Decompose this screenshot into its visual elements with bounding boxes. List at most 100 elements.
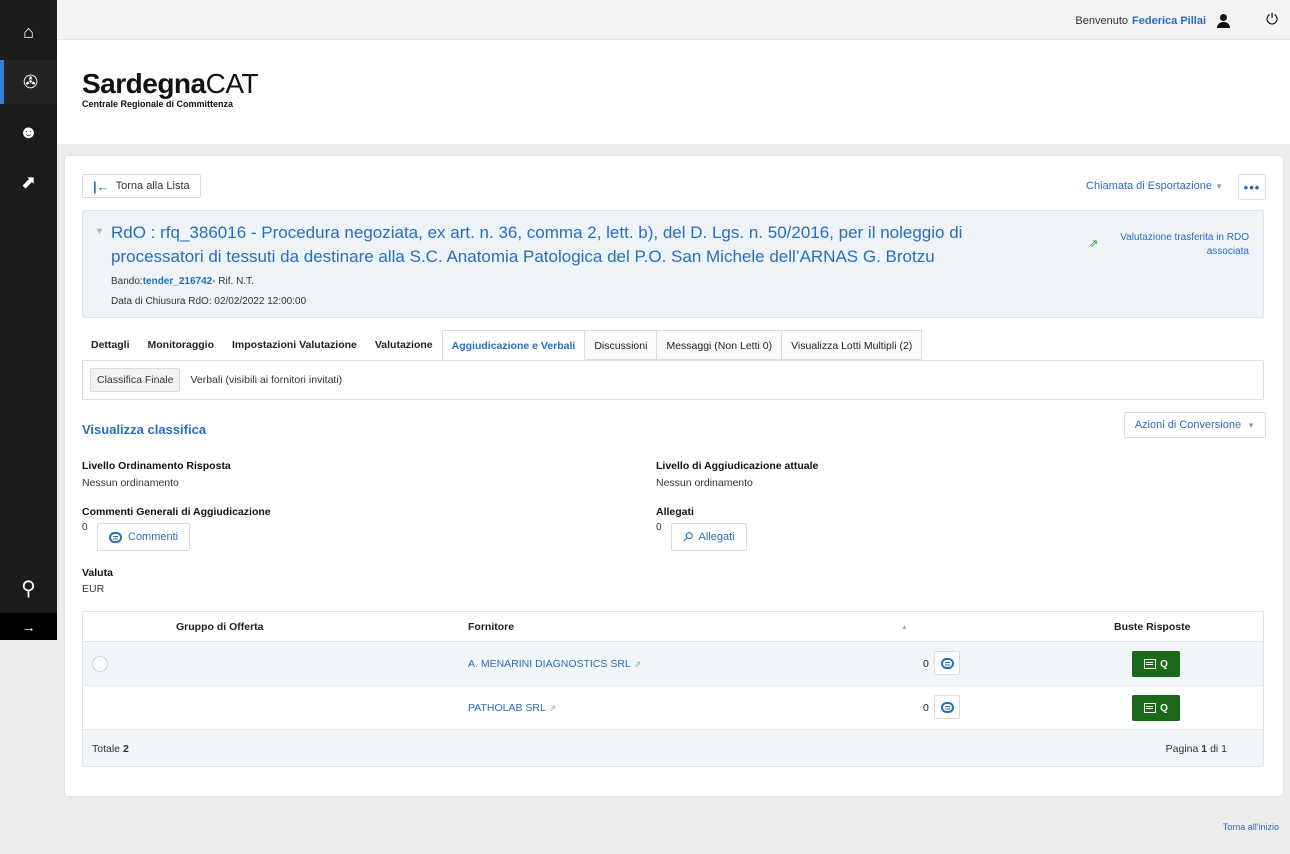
total-label: Totale [92, 743, 121, 755]
attachments-button[interactable]: ⚲ Allegati [671, 523, 747, 551]
welcome-message: Benvenuto Federica Pillai [1075, 14, 1230, 28]
users-group-icon[interactable]: ☻ [0, 110, 57, 154]
globe-network-icon[interactable]: ✇ [0, 60, 57, 104]
tab-bar: Dettagli Monitoraggio Impostazioni Valut… [82, 330, 923, 360]
export-call-dropdown[interactable]: Chiamata di Esportazione ▼ [1086, 180, 1223, 192]
order-level-label: Livello Ordinamento Risposta [82, 460, 231, 472]
tab-dettagli[interactable]: Dettagli [82, 330, 139, 360]
welcome-label: Benvenuto [1075, 15, 1129, 27]
row-comment-button[interactable] [934, 695, 960, 719]
view-envelope-button[interactable]: Q [1132, 651, 1180, 677]
rif-label: - Rif. N.T. [212, 276, 254, 287]
external-link-icon: ⇗ [633, 659, 642, 669]
table-row: A. MENARINI DIAGNOSTICS SRL ⇗ 0 Q [83, 642, 1263, 686]
tab-valutazione[interactable]: Valutazione [366, 330, 442, 360]
table-row: PATHOLAB SRL ⇗ 0 Q [83, 686, 1263, 730]
subtab-bar: Classifica Finale Verbali (visibili ai f… [82, 360, 1264, 400]
bando-link[interactable]: tender_216742 [143, 276, 213, 287]
brand-logo[interactable]: SardegnaCAT Centrale Regionale di Commit… [82, 68, 259, 109]
brand-title-light: CAT [205, 68, 259, 99]
header-offer-group[interactable]: Gruppo di Offerta [176, 621, 264, 633]
rdo-closing-date: Data di Chiusura RdO: 02/02/2022 12:00:0… [111, 296, 307, 307]
main-panel: |← Torna alla Lista Chiamata di Esportaz… [65, 156, 1283, 796]
attachments-count: 0 [656, 522, 662, 533]
rdo-info-box: ▼ RdO : rfq_386016 - Procedura negoziata… [82, 210, 1264, 318]
back-to-list-label: Torna alla Lista [115, 180, 190, 192]
supplier-name: A. MENARINI DIAGNOSTICS SRL [468, 658, 631, 670]
search-icon[interactable]: ⚲ [0, 566, 57, 610]
currency-label: Valuta [82, 567, 113, 579]
external-link-icon: ⇗ [548, 703, 557, 713]
envelope-label: Q [1160, 658, 1168, 670]
view-envelope-button[interactable]: Q [1132, 695, 1180, 721]
transfer-note[interactable]: ⇗ Valutazione trasferita in RDO associat… [1089, 231, 1249, 259]
page-of: di 1 [1210, 743, 1227, 755]
tab-lotti-multipli[interactable]: Visualizza Lotti Multipli (2) [782, 330, 923, 360]
chevron-down-icon: ▼ [1215, 182, 1223, 191]
left-nav-rail: ⌂ ✇ ☻ ⬈ ⚲ [0, 0, 57, 640]
comments-label: Commenti Generali di Aggiudicazione [82, 506, 271, 518]
header: SardegnaCAT Centrale Regionale di Commit… [57, 40, 1290, 144]
row-select-radio[interactable] [92, 656, 108, 672]
award-level-label: Livello di Aggiudicazione attuale [656, 460, 819, 472]
comment-icon [940, 701, 954, 713]
spreadsheet-icon [1144, 703, 1157, 713]
total-count: Totale 2 [92, 743, 129, 755]
subtab-classifica-finale[interactable]: Classifica Finale [90, 368, 181, 392]
transfer-note-label: Valutazione trasferita in RDO associata [1120, 232, 1249, 257]
section-title: Visualizza classifica [82, 422, 207, 437]
subtab-verbali[interactable]: Verbali (visibili ai fornitori invitati) [184, 369, 348, 391]
page-current: 1 [1201, 743, 1208, 755]
export-call-label: Chiamata di Esportazione [1086, 180, 1213, 192]
supplier-link[interactable]: A. MENARINI DIAGNOSTICS SRL ⇗ [468, 658, 641, 670]
tab-monitoraggio[interactable]: Monitoraggio [139, 330, 224, 360]
analytics-chart-icon[interactable]: ⬈ [0, 160, 57, 204]
tab-impostazioni-valutazione[interactable]: Impostazioni Valutazione [223, 330, 366, 360]
rdo-title: RdO : rfq_386016 - Procedura negoziata, … [111, 223, 963, 266]
header-supplier[interactable]: Fornitore [468, 621, 514, 633]
transfer-export-icon: ⇗ [1089, 238, 1099, 250]
table-header: Gruppo di Offerta Fornitore ▲ Buste Risp… [83, 612, 1263, 642]
table-footer: Totale 2 Pagina 1 di 1 [83, 730, 1263, 766]
comments-button-label: Commenti [128, 531, 179, 543]
more-options-button[interactable]: ••• [1238, 174, 1266, 200]
supplier-link[interactable]: PATHOLAB SRL ⇗ [468, 702, 556, 714]
tab-messaggi[interactable]: Messaggi (Non Letti 0) [657, 330, 783, 360]
chevron-down-icon: ▼ [1247, 420, 1255, 430]
tab-discussioni[interactable]: Discussioni [585, 330, 658, 360]
paperclip-icon: ⚲ [679, 527, 697, 546]
header-envelopes: Buste Risposte [1114, 621, 1191, 633]
tab-aggiudicazione-verbali[interactable]: Aggiudicazione e Verbali [441, 330, 586, 360]
comment-count: 0 [923, 658, 929, 670]
rdo-bando-line: Bando:tender_216742- Rif. N.T. [111, 276, 254, 287]
collapse-caret-icon[interactable]: ▼ [95, 226, 104, 236]
row-comment-button[interactable] [934, 651, 960, 675]
comments-count: 0 [82, 522, 88, 533]
home-icon[interactable]: ⌂ [0, 10, 57, 54]
conversion-actions-dropdown[interactable]: Azioni di Conversione ▼ [1123, 412, 1266, 438]
pagination-info: Pagina 1 di 1 [1166, 743, 1227, 755]
logout-power-icon[interactable]: ⏻ [1266, 11, 1278, 28]
bando-label: Bando: [111, 276, 143, 287]
page-label: Pagina [1165, 743, 1199, 755]
expand-rail-arrow-icon[interactable]: → [0, 613, 57, 640]
comment-icon [109, 531, 122, 543]
conversion-actions-label: Azioni di Conversione [1134, 419, 1242, 431]
top-bar: Benvenuto Federica Pillai ⏻ [57, 0, 1290, 40]
attachments-label: Allegati [656, 506, 694, 518]
sort-ascending-icon[interactable]: ▲ [901, 624, 908, 631]
ranking-table: Gruppo di Offerta Fornitore ▲ Buste Risp… [82, 611, 1264, 767]
brand-title-bold: Sardegna [82, 68, 206, 99]
envelope-label: Q [1160, 702, 1168, 714]
back-to-top-link[interactable]: Torna all'inizio [1223, 822, 1279, 832]
comments-button[interactable]: Commenti [97, 523, 191, 551]
back-arrow-icon: |← [93, 178, 110, 194]
comment-icon [940, 657, 954, 669]
user-icon[interactable] [1216, 14, 1230, 28]
supplier-name: PATHOLAB SRL [468, 702, 546, 714]
back-to-list-button[interactable]: |← Torna alla Lista [82, 174, 201, 198]
attachments-button-label: Allegati [698, 531, 735, 543]
spreadsheet-icon [1144, 659, 1157, 669]
currency-value: EUR [82, 583, 105, 595]
user-name-link[interactable]: Federica Pillai [1132, 15, 1206, 27]
